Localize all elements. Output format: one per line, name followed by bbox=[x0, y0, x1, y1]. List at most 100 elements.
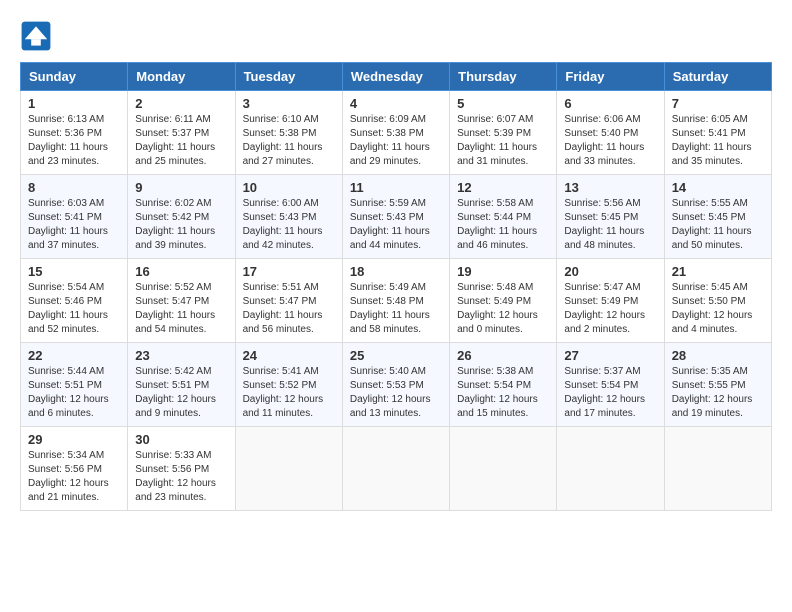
calendar-cell: 27 Sunrise: 5:37 AM Sunset: 5:54 PM Dayl… bbox=[557, 343, 664, 427]
calendar-cell: 4 Sunrise: 6:09 AM Sunset: 5:38 PM Dayli… bbox=[342, 91, 449, 175]
calendar-cell: 18 Sunrise: 5:49 AM Sunset: 5:48 PM Dayl… bbox=[342, 259, 449, 343]
calendar-cell: 17 Sunrise: 5:51 AM Sunset: 5:47 PM Dayl… bbox=[235, 259, 342, 343]
sunset-label: Sunset: 5:51 PM bbox=[135, 380, 209, 391]
daylight-label: Daylight: 11 hours and 52 minutes. bbox=[28, 310, 108, 335]
calendar-cell bbox=[664, 427, 771, 511]
day-number: 17 bbox=[243, 264, 335, 279]
sunset-label: Sunset: 5:54 PM bbox=[457, 380, 531, 391]
sunset-label: Sunset: 5:41 PM bbox=[672, 128, 746, 139]
day-number: 28 bbox=[672, 348, 764, 363]
calendar-cell: 5 Sunrise: 6:07 AM Sunset: 5:39 PM Dayli… bbox=[450, 91, 557, 175]
day-number: 20 bbox=[564, 264, 656, 279]
sunset-label: Sunset: 5:46 PM bbox=[28, 296, 102, 307]
week-row-2: 8 Sunrise: 6:03 AM Sunset: 5:41 PM Dayli… bbox=[21, 175, 772, 259]
daylight-label: Daylight: 11 hours and 25 minutes. bbox=[135, 142, 215, 167]
day-info: Sunrise: 5:58 AM Sunset: 5:44 PM Dayligh… bbox=[457, 197, 549, 253]
daylight-label: Daylight: 11 hours and 46 minutes. bbox=[457, 226, 537, 251]
day-info: Sunrise: 5:49 AM Sunset: 5:48 PM Dayligh… bbox=[350, 281, 442, 337]
sunrise-label: Sunrise: 6:00 AM bbox=[243, 198, 319, 209]
day-info: Sunrise: 5:44 AM Sunset: 5:51 PM Dayligh… bbox=[28, 365, 120, 421]
sunrise-label: Sunrise: 5:44 AM bbox=[28, 366, 104, 377]
daylight-label: Daylight: 11 hours and 35 minutes. bbox=[672, 142, 752, 167]
day-number: 8 bbox=[28, 180, 120, 195]
day-info: Sunrise: 5:41 AM Sunset: 5:52 PM Dayligh… bbox=[243, 365, 335, 421]
sunset-label: Sunset: 5:56 PM bbox=[28, 464, 102, 475]
day-info: Sunrise: 5:51 AM Sunset: 5:47 PM Dayligh… bbox=[243, 281, 335, 337]
calendar-cell: 30 Sunrise: 5:33 AM Sunset: 5:56 PM Dayl… bbox=[128, 427, 235, 511]
sunrise-label: Sunrise: 5:38 AM bbox=[457, 366, 533, 377]
day-info: Sunrise: 5:47 AM Sunset: 5:49 PM Dayligh… bbox=[564, 281, 656, 337]
day-number: 29 bbox=[28, 432, 120, 447]
day-info: Sunrise: 6:06 AM Sunset: 5:40 PM Dayligh… bbox=[564, 113, 656, 169]
calendar-cell: 8 Sunrise: 6:03 AM Sunset: 5:41 PM Dayli… bbox=[21, 175, 128, 259]
day-info: Sunrise: 5:52 AM Sunset: 5:47 PM Dayligh… bbox=[135, 281, 227, 337]
week-row-3: 15 Sunrise: 5:54 AM Sunset: 5:46 PM Dayl… bbox=[21, 259, 772, 343]
daylight-label: Daylight: 11 hours and 44 minutes. bbox=[350, 226, 430, 251]
sunrise-label: Sunrise: 5:42 AM bbox=[135, 366, 211, 377]
day-number: 18 bbox=[350, 264, 442, 279]
sunset-label: Sunset: 5:55 PM bbox=[672, 380, 746, 391]
day-number: 25 bbox=[350, 348, 442, 363]
daylight-label: Daylight: 11 hours and 33 minutes. bbox=[564, 142, 644, 167]
daylight-label: Daylight: 12 hours and 11 minutes. bbox=[243, 394, 324, 419]
sunset-label: Sunset: 5:36 PM bbox=[28, 128, 102, 139]
column-header-thursday: Thursday bbox=[450, 63, 557, 91]
sunrise-label: Sunrise: 5:56 AM bbox=[564, 198, 640, 209]
day-info: Sunrise: 5:55 AM Sunset: 5:45 PM Dayligh… bbox=[672, 197, 764, 253]
calendar-cell: 16 Sunrise: 5:52 AM Sunset: 5:47 PM Dayl… bbox=[128, 259, 235, 343]
calendar-cell: 1 Sunrise: 6:13 AM Sunset: 5:36 PM Dayli… bbox=[21, 91, 128, 175]
column-header-saturday: Saturday bbox=[664, 63, 771, 91]
day-number: 14 bbox=[672, 180, 764, 195]
day-number: 4 bbox=[350, 96, 442, 111]
sunset-label: Sunset: 5:40 PM bbox=[564, 128, 638, 139]
day-number: 7 bbox=[672, 96, 764, 111]
sunrise-label: Sunrise: 5:58 AM bbox=[457, 198, 533, 209]
day-info: Sunrise: 5:40 AM Sunset: 5:53 PM Dayligh… bbox=[350, 365, 442, 421]
daylight-label: Daylight: 11 hours and 50 minutes. bbox=[672, 226, 752, 251]
calendar-cell: 24 Sunrise: 5:41 AM Sunset: 5:52 PM Dayl… bbox=[235, 343, 342, 427]
sunrise-label: Sunrise: 6:05 AM bbox=[672, 114, 748, 125]
calendar-cell: 25 Sunrise: 5:40 AM Sunset: 5:53 PM Dayl… bbox=[342, 343, 449, 427]
daylight-label: Daylight: 11 hours and 23 minutes. bbox=[28, 142, 108, 167]
daylight-label: Daylight: 11 hours and 29 minutes. bbox=[350, 142, 430, 167]
week-row-5: 29 Sunrise: 5:34 AM Sunset: 5:56 PM Dayl… bbox=[21, 427, 772, 511]
day-number: 30 bbox=[135, 432, 227, 447]
sunrise-label: Sunrise: 5:34 AM bbox=[28, 450, 104, 461]
calendar-cell bbox=[450, 427, 557, 511]
sunrise-label: Sunrise: 5:45 AM bbox=[672, 282, 748, 293]
daylight-label: Daylight: 12 hours and 13 minutes. bbox=[350, 394, 431, 419]
daylight-label: Daylight: 12 hours and 0 minutes. bbox=[457, 310, 538, 335]
sunset-label: Sunset: 5:52 PM bbox=[243, 380, 317, 391]
calendar-cell: 15 Sunrise: 5:54 AM Sunset: 5:46 PM Dayl… bbox=[21, 259, 128, 343]
day-info: Sunrise: 5:33 AM Sunset: 5:56 PM Dayligh… bbox=[135, 449, 227, 505]
day-info: Sunrise: 6:10 AM Sunset: 5:38 PM Dayligh… bbox=[243, 113, 335, 169]
calendar-cell: 9 Sunrise: 6:02 AM Sunset: 5:42 PM Dayli… bbox=[128, 175, 235, 259]
calendar-cell: 6 Sunrise: 6:06 AM Sunset: 5:40 PM Dayli… bbox=[557, 91, 664, 175]
daylight-label: Daylight: 11 hours and 42 minutes. bbox=[243, 226, 323, 251]
day-number: 11 bbox=[350, 180, 442, 195]
sunrise-label: Sunrise: 6:10 AM bbox=[243, 114, 319, 125]
calendar-cell bbox=[557, 427, 664, 511]
day-info: Sunrise: 6:11 AM Sunset: 5:37 PM Dayligh… bbox=[135, 113, 227, 169]
day-info: Sunrise: 6:02 AM Sunset: 5:42 PM Dayligh… bbox=[135, 197, 227, 253]
column-header-tuesday: Tuesday bbox=[235, 63, 342, 91]
day-info: Sunrise: 6:03 AM Sunset: 5:41 PM Dayligh… bbox=[28, 197, 120, 253]
sunrise-label: Sunrise: 5:41 AM bbox=[243, 366, 319, 377]
calendar-cell: 12 Sunrise: 5:58 AM Sunset: 5:44 PM Dayl… bbox=[450, 175, 557, 259]
day-info: Sunrise: 5:54 AM Sunset: 5:46 PM Dayligh… bbox=[28, 281, 120, 337]
calendar-cell: 2 Sunrise: 6:11 AM Sunset: 5:37 PM Dayli… bbox=[128, 91, 235, 175]
daylight-label: Daylight: 11 hours and 58 minutes. bbox=[350, 310, 430, 335]
sunset-label: Sunset: 5:54 PM bbox=[564, 380, 638, 391]
sunrise-label: Sunrise: 5:35 AM bbox=[672, 366, 748, 377]
sunrise-label: Sunrise: 5:51 AM bbox=[243, 282, 319, 293]
sunset-label: Sunset: 5:39 PM bbox=[457, 128, 531, 139]
calendar-cell: 28 Sunrise: 5:35 AM Sunset: 5:55 PM Dayl… bbox=[664, 343, 771, 427]
day-number: 23 bbox=[135, 348, 227, 363]
daylight-label: Daylight: 11 hours and 54 minutes. bbox=[135, 310, 215, 335]
daylight-label: Daylight: 12 hours and 17 minutes. bbox=[564, 394, 645, 419]
day-number: 27 bbox=[564, 348, 656, 363]
day-number: 5 bbox=[457, 96, 549, 111]
day-number: 13 bbox=[564, 180, 656, 195]
sunrise-label: Sunrise: 6:11 AM bbox=[135, 114, 210, 125]
calendar-cell: 29 Sunrise: 5:34 AM Sunset: 5:56 PM Dayl… bbox=[21, 427, 128, 511]
